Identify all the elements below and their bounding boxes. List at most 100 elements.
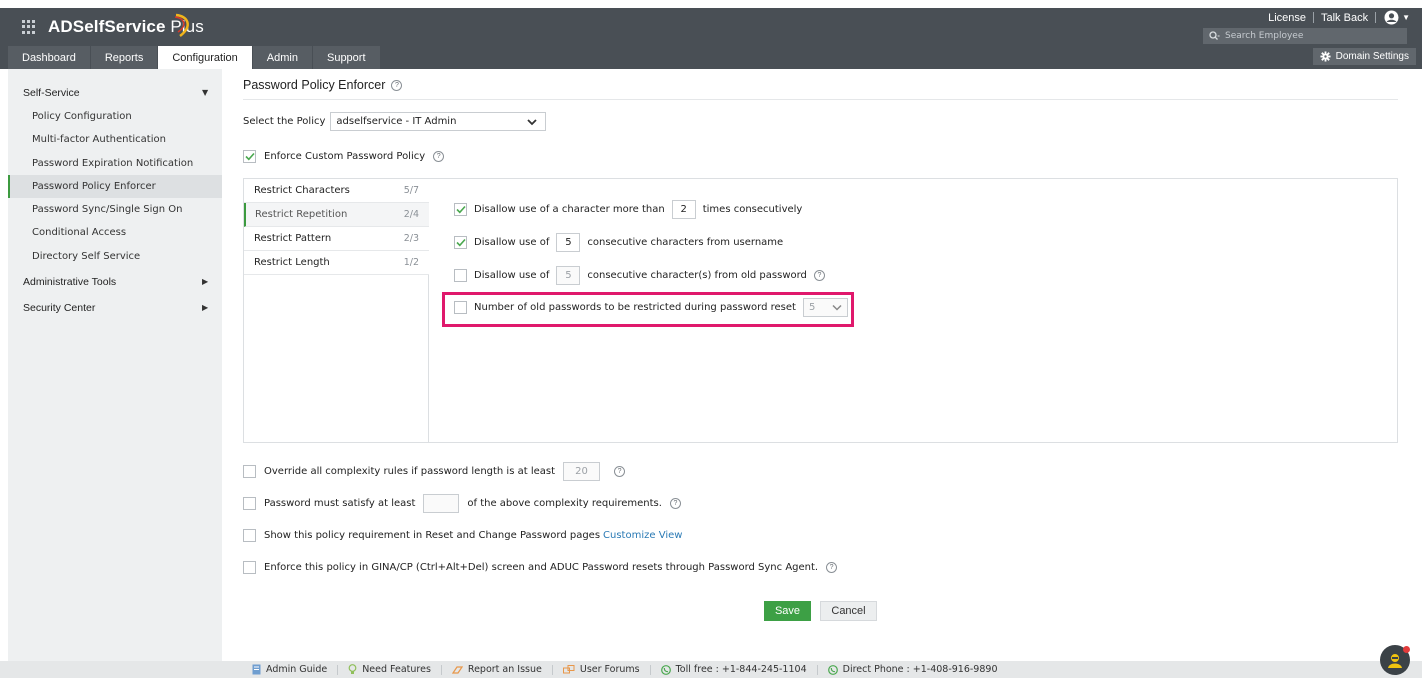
report-icon bbox=[451, 665, 463, 674]
option-text: Show this policy requirement in Reset an… bbox=[264, 530, 601, 541]
rule-text: Disallow use of bbox=[474, 237, 550, 248]
book-icon bbox=[252, 664, 261, 675]
footer-admin-guide[interactable]: Admin Guide bbox=[242, 664, 337, 675]
help-icon[interactable]: ? bbox=[391, 79, 403, 91]
tab-reports[interactable]: Reports bbox=[90, 46, 158, 69]
divider bbox=[243, 99, 1398, 100]
rule-tab-restrict-pattern[interactable]: Restrict Pattern 2/3 bbox=[244, 227, 429, 251]
header-top-strip bbox=[0, 0, 1422, 8]
footer-direct-phone[interactable]: Direct Phone : +1-408-916-9890 bbox=[818, 664, 1008, 675]
highlight-box bbox=[442, 292, 854, 327]
username-chars-input[interactable]: 5 bbox=[556, 233, 581, 252]
rule-tab-restrict-repetition[interactable]: Restrict Repetition 2/4 bbox=[244, 203, 429, 227]
enforce-custom-policy-row: Enforce Custom Password Policy ? bbox=[243, 150, 445, 163]
rule-tab-restrict-length[interactable]: Restrict Length 1/2 bbox=[244, 251, 429, 275]
search-employee-box[interactable] bbox=[1203, 28, 1407, 44]
rules-panel: Restrict Characters 5/7 Restrict Repetit… bbox=[243, 178, 1398, 443]
sidebar-item-password-policy-enforcer[interactable]: Password Policy Enforcer bbox=[8, 175, 222, 198]
sidebar-item-conditional-access[interactable]: Conditional Access bbox=[8, 221, 222, 244]
chat-bot-icon bbox=[1388, 654, 1402, 668]
sidebar-item-directory-self-service[interactable]: Directory Self Service bbox=[8, 245, 222, 268]
tab-admin[interactable]: Admin bbox=[252, 46, 312, 69]
enforce-gina-checkbox[interactable] bbox=[243, 561, 256, 574]
sidebar-section-administrative-tools[interactable]: Administrative Tools bbox=[23, 276, 116, 288]
enforce-custom-policy-label: Enforce Custom Password Policy bbox=[264, 151, 426, 162]
select-policy-label: Select the Policy bbox=[243, 116, 326, 127]
forum-icon bbox=[562, 664, 575, 673]
rule-tab-count: 2/3 bbox=[403, 233, 419, 244]
lightbulb-icon bbox=[348, 664, 357, 674]
selected-policy-value: adselfservice - IT Admin bbox=[336, 116, 457, 127]
user-avatar-icon bbox=[1384, 10, 1399, 25]
tab-configuration[interactable]: Configuration bbox=[158, 46, 252, 69]
option-show-requirement: Show this policy requirement in Reset an… bbox=[243, 529, 682, 542]
footer-label: Need Features bbox=[362, 664, 431, 675]
search-employee-input[interactable] bbox=[1225, 31, 1403, 41]
domain-settings-button[interactable]: Domain Settings bbox=[1312, 48, 1416, 65]
talk-back-link[interactable]: Talk Back bbox=[1314, 12, 1375, 24]
rule-tab-restrict-characters[interactable]: Restrict Characters 5/7 bbox=[244, 179, 429, 203]
help-icon[interactable]: ? bbox=[669, 498, 681, 509]
sidebar-item-multi-factor-authentication[interactable]: Multi-factor Authentication bbox=[8, 128, 222, 151]
sidebar-item-password-expiration-notification[interactable]: Password Expiration Notification bbox=[8, 152, 222, 175]
caret-down-icon[interactable]: ▼ bbox=[202, 88, 208, 97]
rule-tab-count: 5/7 bbox=[403, 185, 419, 196]
policy-selector-row: Select the Policy adselfservice - IT Adm… bbox=[243, 112, 547, 131]
rule-old-password-chars-checkbox[interactable] bbox=[454, 269, 467, 282]
policy-select[interactable]: adselfservice - IT Admin bbox=[330, 112, 547, 131]
sidebar-section-self-service[interactable]: Self-Service bbox=[23, 87, 80, 99]
option-enforce-gina: Enforce this policy in GINA/CP (Ctrl+Alt… bbox=[243, 561, 838, 574]
sidebar-item-password-sync[interactable]: Password Sync/Single Sign On bbox=[8, 198, 222, 221]
enforce-custom-policy-checkbox[interactable] bbox=[243, 150, 256, 163]
customize-view-link[interactable]: Customize View bbox=[603, 530, 682, 541]
caret-right-icon[interactable]: ▶ bbox=[202, 277, 208, 286]
footer-toll-free[interactable]: Toll free : +1-844-245-1104 bbox=[651, 664, 817, 675]
footer-need-features[interactable]: Need Features bbox=[338, 664, 441, 675]
consecutive-char-input[interactable]: 2 bbox=[671, 200, 696, 219]
sidebar-item-policy-configuration[interactable]: Policy Configuration bbox=[8, 105, 222, 128]
phone-icon bbox=[660, 664, 671, 675]
caret-right-icon[interactable]: ▶ bbox=[202, 303, 208, 312]
rule-tab-count: 2/4 bbox=[403, 209, 419, 220]
footer-links: Admin Guide Need Features Report an Issu… bbox=[242, 661, 1008, 678]
rule-text: consecutive characters from username bbox=[587, 237, 784, 248]
option-satisfy-at-least: Password must satisfy at least of the ab… bbox=[243, 494, 681, 513]
header-links: License Talk Back ▼ bbox=[1261, 10, 1410, 25]
search-icon bbox=[1203, 31, 1225, 41]
cancel-button[interactable]: Cancel bbox=[820, 601, 877, 621]
satisfy-count-input[interactable] bbox=[423, 494, 460, 513]
footer-label: Admin Guide bbox=[266, 664, 328, 675]
page-title-text: Password Policy Enforcer bbox=[243, 78, 386, 92]
tab-dashboard[interactable]: Dashboard bbox=[8, 46, 90, 69]
rule-text: times consecutively bbox=[702, 204, 803, 215]
app-title-main: ADSelfService bbox=[48, 17, 166, 36]
help-icon[interactable]: ? bbox=[813, 270, 825, 281]
satisfy-at-least-checkbox[interactable] bbox=[243, 497, 256, 510]
chevron-down-icon: ▼ bbox=[1402, 13, 1410, 22]
tab-support[interactable]: Support bbox=[312, 46, 380, 69]
footer-user-forums[interactable]: User Forums bbox=[553, 664, 650, 675]
logo-swoosh-icon bbox=[174, 13, 189, 37]
old-password-chars-input[interactable]: 5 bbox=[556, 266, 581, 285]
main-nav-tabs: Dashboard Reports Configuration Admin Su… bbox=[8, 46, 381, 69]
rule-tab-label: Restrict Pattern bbox=[254, 233, 332, 244]
help-icon[interactable]: ? bbox=[433, 151, 445, 162]
app-launcher-icon[interactable] bbox=[22, 20, 38, 34]
save-button[interactable]: Save bbox=[764, 601, 811, 621]
page-title: Password Policy Enforcer ? bbox=[243, 78, 403, 92]
sidebar-section-security-center[interactable]: Security Center bbox=[23, 302, 95, 314]
help-icon[interactable]: ? bbox=[826, 562, 838, 573]
override-length-input[interactable]: 20 bbox=[563, 462, 601, 481]
user-menu[interactable]: ▼ bbox=[1376, 10, 1410, 25]
rule-consecutive-char-checkbox[interactable] bbox=[454, 203, 467, 216]
override-complexity-checkbox[interactable] bbox=[243, 465, 256, 478]
footer-report-issue[interactable]: Report an Issue bbox=[442, 664, 552, 675]
notification-dot bbox=[1403, 646, 1410, 653]
rule-username-chars-checkbox[interactable] bbox=[454, 236, 467, 249]
rule-tab-label: Restrict Repetition bbox=[255, 209, 348, 220]
footer-label: Toll free : +1-844-245-1104 bbox=[675, 664, 807, 675]
help-icon[interactable]: ? bbox=[614, 466, 626, 477]
rule-tab-label: Restrict Characters bbox=[254, 185, 350, 196]
license-link[interactable]: License bbox=[1261, 12, 1313, 24]
show-requirement-checkbox[interactable] bbox=[243, 529, 256, 542]
